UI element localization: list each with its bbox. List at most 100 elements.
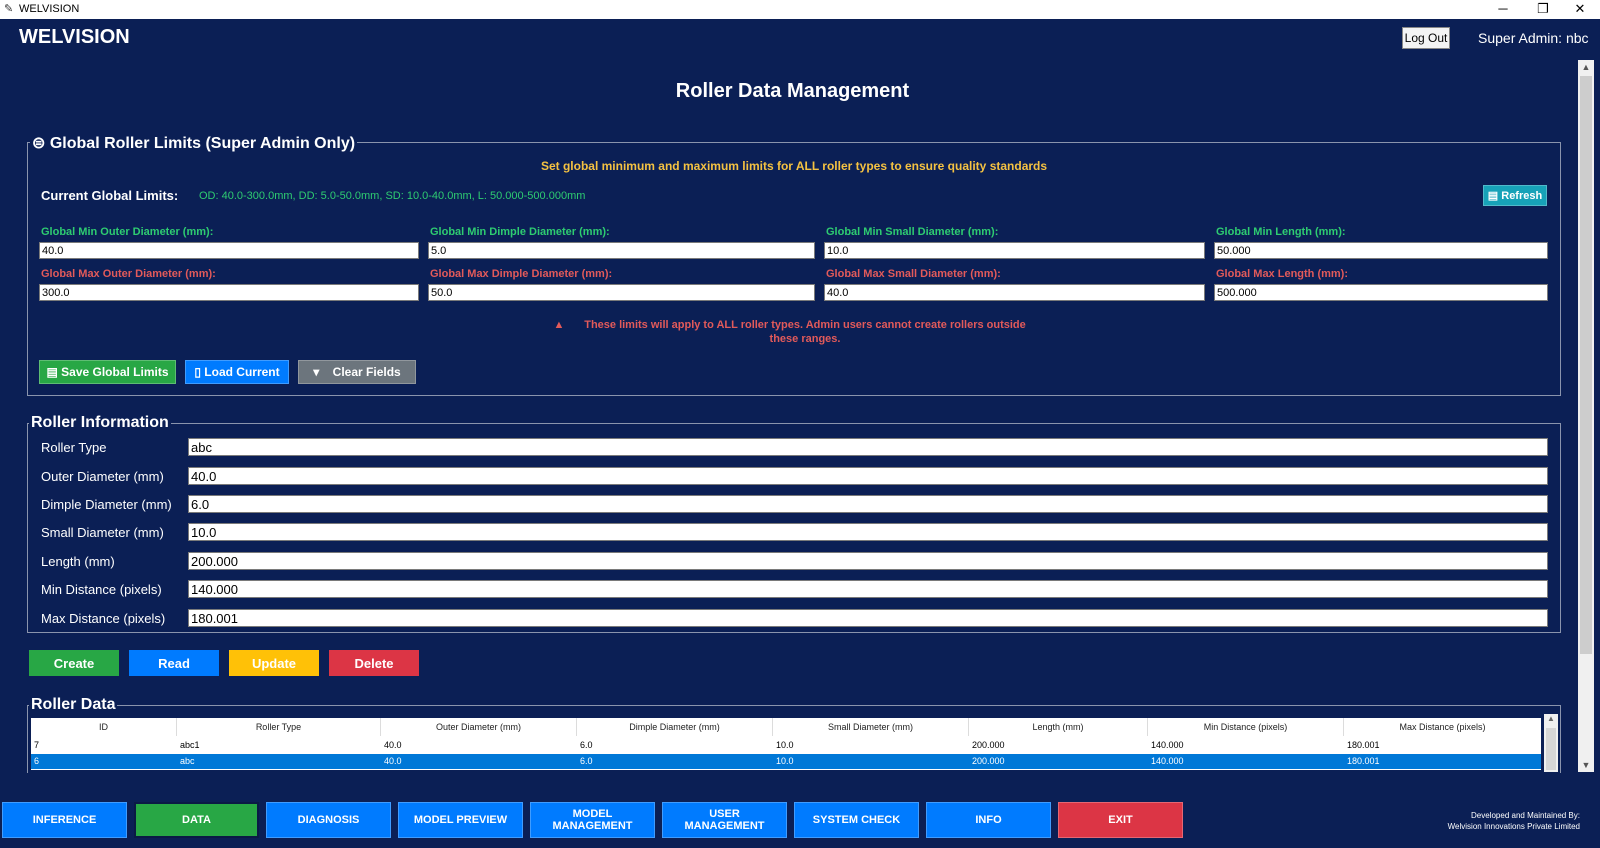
global-limits-legend: ⊜ Global Roller Limits (Super Admin Only… (30, 133, 358, 153)
minimize-button[interactable]: ─ (1483, 0, 1523, 19)
max-dd-input[interactable] (428, 284, 815, 301)
scroll-up-icon[interactable]: ▲ (1578, 60, 1594, 74)
length-label: Length (mm) (41, 554, 115, 569)
nav-exit[interactable]: EXIT (1058, 802, 1183, 838)
note-line-2: these ranges. (769, 333, 841, 345)
warning-icon: ▲ (553, 319, 565, 331)
nav-system-check[interactable]: SYSTEM CHECK (794, 802, 919, 838)
max-distance-input[interactable] (188, 609, 1548, 627)
load-current-button[interactable]: ▯ Load Current (185, 360, 289, 384)
small-diameter-input[interactable] (188, 523, 1548, 541)
logout-button[interactable]: Log Out (1402, 27, 1450, 49)
window-title: WELVISION (19, 3, 80, 15)
min-dd-input[interactable] (428, 242, 815, 259)
cell-outer-diameter: 40.0 (384, 740, 402, 750)
cell-roller-type: abc (180, 756, 195, 766)
current-limits-label: Current Global Limits: (41, 188, 179, 203)
clear-fields-label: Clear Fields (332, 365, 401, 379)
table-header: ID Roller Type Outer Diameter (mm) Dimpl… (31, 718, 1541, 736)
col-header-small-diameter[interactable]: Small Diameter (mm) (773, 718, 969, 736)
table-row-selected[interactable]: 6 abc 40.0 6.0 10.0 200.000 140.000 180.… (31, 754, 1541, 769)
page-title: Roller Data Management (675, 80, 910, 102)
trash-icon: ▾ (313, 365, 320, 379)
refresh-button[interactable]: ▤ Refresh (1483, 185, 1547, 206)
close-button[interactable]: ✕ (1560, 0, 1600, 19)
dimple-diameter-input[interactable] (188, 495, 1548, 513)
table-row[interactable]: 7 abc1 40.0 6.0 10.0 200.000 140.000 180… (31, 738, 1541, 753)
global-limits-icon: ⊜ (32, 135, 46, 152)
read-button[interactable]: Read (129, 650, 219, 676)
app-name: WELVISION (19, 26, 130, 48)
cell-length: 200.000 (972, 756, 1005, 766)
nav-inference[interactable]: INFERENCE (2, 802, 127, 838)
cell-max-distance: 180.001 (1347, 740, 1380, 750)
cell-outer-diameter: 40.0 (384, 756, 402, 766)
nav-user-management[interactable]: USER MANAGEMENT (662, 802, 787, 838)
delete-button[interactable]: Delete (329, 650, 419, 676)
min-distance-input[interactable] (188, 580, 1548, 598)
cell-id: 6 (34, 756, 40, 766)
update-button[interactable]: Update (229, 650, 319, 676)
min-dd-label: Global Min Dimple Diameter (mm): (430, 226, 610, 238)
nav-data[interactable]: DATA (134, 802, 259, 838)
save-global-limits-button[interactable]: ▤ Save Global Limits (39, 360, 176, 384)
cell-max-distance: 180.001 (1347, 756, 1380, 766)
col-header-outer-diameter[interactable]: Outer Diameter (mm) (381, 718, 577, 736)
max-od-input[interactable] (39, 284, 419, 301)
nav-info[interactable]: INFO (926, 802, 1051, 838)
col-header-dimple-diameter[interactable]: Dimple Diameter (mm) (577, 718, 773, 736)
small-diameter-label: Small Diameter (mm) (41, 525, 164, 540)
max-sd-input[interactable] (824, 284, 1205, 301)
dimple-diameter-label: Dimple Diameter (mm) (41, 497, 172, 512)
load-current-label: Load Current (204, 365, 280, 379)
cell-small-diameter: 10.0 (776, 756, 794, 766)
max-sd-label: Global Max Small Diameter (mm): (826, 268, 1001, 280)
min-len-label: Global Min Length (mm): (1216, 226, 1346, 238)
min-sd-input[interactable] (824, 242, 1205, 259)
col-header-id[interactable]: ID (31, 718, 177, 736)
nav-model-management[interactable]: MODEL MANAGEMENT (530, 802, 655, 838)
roller-data-table: ID Roller Type Outer Diameter (mm) Dimpl… (31, 718, 1541, 770)
note-line-1: These limits will apply to ALL roller ty… (584, 319, 1026, 331)
min-od-input[interactable] (39, 242, 419, 259)
footer-credits: Developed and Maintained By: Welvision I… (1448, 810, 1580, 832)
roller-type-input[interactable] (188, 438, 1548, 456)
length-input[interactable] (188, 552, 1548, 570)
page-scrollbar[interactable]: ▲ ▼ (1578, 60, 1594, 772)
nav-model-preview[interactable]: MODEL PREVIEW (398, 802, 523, 838)
refresh-icon: ▤ (1487, 190, 1499, 202)
cell-min-distance: 140.000 (1151, 756, 1184, 766)
col-header-length[interactable]: Length (mm) (969, 718, 1148, 736)
scroll-down-icon[interactable]: ▼ (1578, 758, 1594, 772)
max-distance-label: Max Distance (pixels) (41, 611, 166, 626)
col-header-max-distance[interactable]: Max Distance (pixels) (1344, 718, 1541, 736)
save-icon: ▤ (46, 365, 58, 379)
table-scrollbar[interactable]: ▲ (1544, 714, 1558, 772)
roller-type-label: Roller Type (41, 440, 107, 455)
footer-line-1: Developed and Maintained By: (1471, 811, 1580, 820)
restore-button[interactable]: ❐ (1523, 0, 1563, 19)
load-icon: ▯ (194, 365, 201, 379)
table-scroll-thumb[interactable] (1546, 728, 1556, 770)
global-limits-title: Global Roller Limits (Super Admin Only) (49, 135, 356, 152)
min-sd-label: Global Min Small Diameter (mm): (826, 226, 999, 238)
cell-small-diameter: 10.0 (776, 740, 794, 750)
max-dd-label: Global Max Dimple Diameter (mm): (430, 268, 613, 280)
table-scroll-up-icon[interactable]: ▲ (1544, 714, 1558, 726)
min-len-input[interactable] (1214, 242, 1548, 259)
scroll-thumb[interactable] (1580, 76, 1592, 654)
refresh-label: Refresh (1501, 190, 1543, 202)
col-header-min-distance[interactable]: Min Distance (pixels) (1148, 718, 1344, 736)
save-global-limits-label: Save Global Limits (61, 365, 169, 379)
cell-dimple-diameter: 6.0 (580, 756, 593, 766)
current-limits-value: OD: 40.0-300.0mm, DD: 5.0-50.0mm, SD: 10… (199, 190, 586, 202)
max-len-input[interactable] (1214, 284, 1548, 301)
outer-diameter-input[interactable] (188, 467, 1548, 485)
cell-roller-type: abc1 (180, 740, 200, 750)
col-header-roller-type[interactable]: Roller Type (177, 718, 381, 736)
cell-dimple-diameter: 6.0 (580, 740, 593, 750)
max-len-label: Global Max Length (mm): (1216, 268, 1348, 280)
clear-fields-button[interactable]: ▾ Clear Fields (298, 360, 416, 384)
create-button[interactable]: Create (29, 650, 119, 676)
nav-diagnosis[interactable]: DIAGNOSIS (266, 802, 391, 838)
